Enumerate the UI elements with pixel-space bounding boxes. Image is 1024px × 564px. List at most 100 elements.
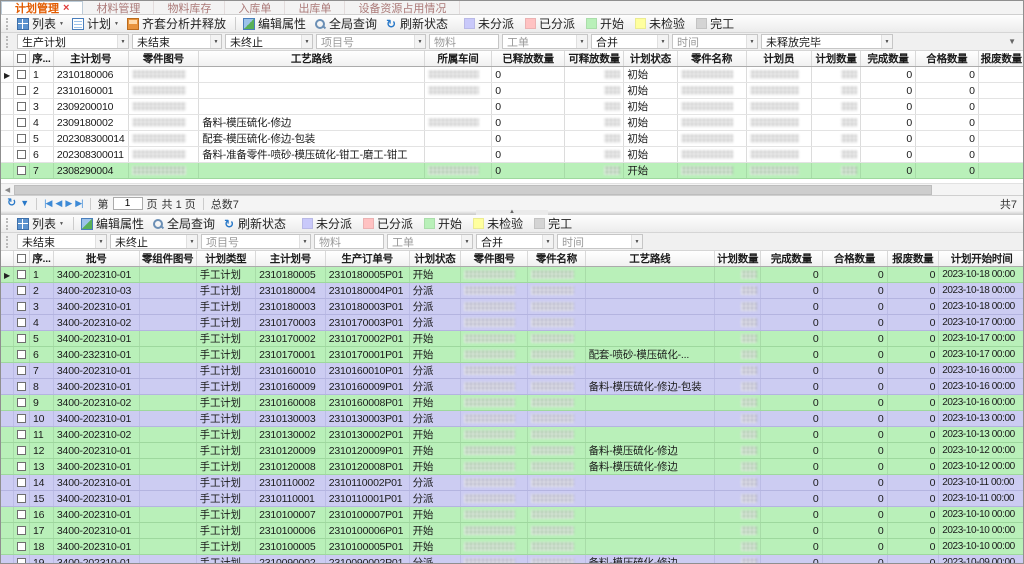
row-checkbox[interactable] bbox=[17, 542, 26, 551]
table-row[interactable]: 5202308300014配套-模压硫化-修边-包装0初始00 bbox=[1, 131, 1024, 147]
table-row[interactable]: 53400-202310-01手工计划23101700022310170002P… bbox=[1, 331, 1024, 347]
toolbar-button[interactable]: ↻刷新状态 bbox=[385, 15, 448, 32]
row-checkbox[interactable] bbox=[17, 430, 26, 439]
table-row[interactable]: 42309180002备料-模压硫化-修边0初始00 bbox=[1, 115, 1024, 131]
filter-combo[interactable]: 时间▼ bbox=[672, 34, 758, 49]
column-header[interactable]: 合格数量 bbox=[916, 51, 979, 67]
table-row[interactable]: 223101600010初始00 bbox=[1, 83, 1024, 99]
row-checkbox[interactable] bbox=[17, 118, 26, 127]
table-row[interactable]: 723082900040开始00 bbox=[1, 163, 1024, 179]
combo-caret-icon[interactable]: ▼ bbox=[576, 35, 587, 48]
row-checkbox[interactable] bbox=[17, 494, 26, 503]
column-header[interactable]: 计划数量 bbox=[715, 251, 761, 267]
table-row[interactable]: 63400-232310-01手工计划23101700012310170001P… bbox=[1, 347, 1024, 363]
filter-funnel-icon[interactable]: ▼ bbox=[1008, 37, 1016, 46]
toolbar-button[interactable]: 列表▼ bbox=[17, 15, 64, 32]
combo-caret-icon[interactable]: ▼ bbox=[414, 35, 425, 48]
row-checkbox[interactable] bbox=[17, 526, 26, 535]
row-checkbox[interactable] bbox=[17, 102, 26, 111]
combo-caret-icon[interactable]: ▼ bbox=[301, 35, 312, 48]
select-all-checkbox[interactable] bbox=[17, 54, 26, 63]
combo-caret-icon[interactable]: ▼ bbox=[542, 235, 553, 248]
tab[interactable]: 入库单 bbox=[225, 1, 285, 14]
table-row[interactable]: 163400-202310-01手工计划23101000072310100007… bbox=[1, 507, 1024, 523]
column-header[interactable]: 合格数量 bbox=[822, 251, 887, 267]
column-header[interactable]: 序... bbox=[29, 51, 53, 67]
tab-close-icon[interactable]: × bbox=[63, 2, 69, 14]
column-header[interactable]: 计划员 bbox=[746, 51, 811, 67]
toolbar-button[interactable]: 计划▼ bbox=[72, 15, 119, 32]
tab[interactable]: 物料库存 bbox=[154, 1, 225, 14]
column-header[interactable]: 生产订单号 bbox=[325, 251, 409, 267]
filter-combo[interactable]: 未释放完毕▼ bbox=[761, 34, 893, 49]
row-checkbox[interactable] bbox=[17, 382, 26, 391]
column-header[interactable]: 报废数量 bbox=[978, 51, 1024, 67]
toolbar-button[interactable]: 编辑属性 bbox=[81, 215, 144, 232]
filter-combo[interactable]: 未终止▼ bbox=[110, 234, 198, 249]
column-header[interactable]: 完成数量 bbox=[761, 251, 822, 267]
toolbar-button[interactable]: 编辑属性 bbox=[243, 15, 306, 32]
column-header[interactable]: 计划状态 bbox=[624, 51, 677, 67]
combo-caret-icon[interactable]: ▼ bbox=[631, 235, 642, 248]
row-checkbox[interactable] bbox=[17, 446, 26, 455]
table-row[interactable]: 153400-202310-01手工计划23101100012310110001… bbox=[1, 491, 1024, 507]
column-header[interactable]: 主计划号 bbox=[256, 251, 326, 267]
column-header[interactable]: 报废数量 bbox=[887, 251, 939, 267]
row-checkbox[interactable] bbox=[17, 150, 26, 159]
filter-combo[interactable]: 物料 bbox=[429, 34, 499, 49]
column-header[interactable]: 工艺路线 bbox=[199, 51, 425, 67]
column-header[interactable]: 工艺路线 bbox=[585, 251, 714, 267]
filter-combo[interactable]: 未结束▼ bbox=[132, 34, 222, 49]
first-page-button[interactable]: |◀ bbox=[44, 198, 51, 209]
filter-icon[interactable]: ▼ bbox=[20, 199, 29, 208]
table-row[interactable]: 103400-202310-01手工计划23101300032310130003… bbox=[1, 411, 1024, 427]
column-header[interactable]: 可释放数量 bbox=[565, 51, 624, 67]
column-header[interactable]: 零组件图号 bbox=[139, 251, 196, 267]
filter-combo[interactable]: 生产计划▼ bbox=[17, 34, 129, 49]
table-row[interactable]: 93400-202310-02手工计划23101600082310160008P… bbox=[1, 395, 1024, 411]
combo-caret-icon[interactable]: ▼ bbox=[210, 35, 221, 48]
row-checkbox[interactable] bbox=[17, 398, 26, 407]
last-page-button[interactable]: ▶| bbox=[75, 198, 82, 209]
filter-combo[interactable]: 项目号▼ bbox=[316, 34, 426, 49]
row-checkbox[interactable] bbox=[17, 478, 26, 487]
table-row[interactable]: 73400-202310-01手工计划23101600102310160010P… bbox=[1, 363, 1024, 379]
panel-splitter[interactable]: ▲ bbox=[1, 211, 1023, 215]
scroll-left-icon[interactable]: ◀ bbox=[1, 184, 14, 196]
column-header[interactable]: 计划数量 bbox=[812, 51, 861, 67]
table-row[interactable]: 83400-202310-01手工计划23101600092310160009P… bbox=[1, 379, 1024, 395]
column-header[interactable]: 零件图号 bbox=[128, 51, 199, 67]
row-checkbox[interactable] bbox=[17, 510, 26, 519]
row-checkbox[interactable] bbox=[17, 286, 26, 295]
filter-combo[interactable]: 工单▼ bbox=[387, 234, 473, 249]
combo-caret-icon[interactable]: ▼ bbox=[117, 35, 128, 48]
table-row[interactable]: 173400-202310-01手工计划23101000062310100006… bbox=[1, 523, 1024, 539]
row-checkbox[interactable] bbox=[17, 350, 26, 359]
refresh-icon[interactable]: ↻ bbox=[7, 198, 16, 209]
scrollbar-thumb[interactable] bbox=[14, 185, 932, 195]
filter-combo[interactable]: 合并▼ bbox=[591, 34, 669, 49]
column-header[interactable]: 零件名称 bbox=[528, 251, 585, 267]
table-row[interactable]: 323092000100初始00 bbox=[1, 99, 1024, 115]
filter-combo[interactable]: 工单▼ bbox=[502, 34, 588, 49]
combo-caret-icon[interactable]: ▼ bbox=[881, 35, 892, 48]
column-header[interactable]: 计划类型 bbox=[196, 251, 255, 267]
toolbar-button[interactable]: ↻刷新状态 bbox=[223, 215, 286, 232]
row-checkbox[interactable] bbox=[17, 414, 26, 423]
row-checkbox[interactable] bbox=[17, 270, 26, 279]
table-row[interactable]: ▶123101800060初始00 bbox=[1, 67, 1024, 83]
table-row[interactable]: 123400-202310-01手工计划23101200092310120009… bbox=[1, 443, 1024, 459]
row-checkbox[interactable] bbox=[17, 334, 26, 343]
row-checkbox[interactable] bbox=[17, 462, 26, 471]
table-row[interactable]: 193400-202310-01手工计划23100900022310090002… bbox=[1, 555, 1024, 564]
row-checkbox[interactable] bbox=[17, 86, 26, 95]
splitter-collapse-icon[interactable]: ▲ bbox=[476, 210, 548, 215]
combo-caret-icon[interactable]: ▼ bbox=[299, 235, 310, 248]
column-header[interactable]: 计划开始时间 bbox=[939, 251, 1024, 267]
column-header[interactable]: 所属车间 bbox=[424, 51, 492, 67]
combo-caret-icon[interactable]: ▼ bbox=[95, 235, 106, 248]
column-header[interactable]: 零件图号 bbox=[461, 251, 528, 267]
row-checkbox[interactable] bbox=[17, 166, 26, 175]
toolbar-button[interactable]: 齐套分析并释放 bbox=[127, 15, 226, 32]
table-row[interactable]: ▶13400-202310-01手工计划23101800052310180005… bbox=[1, 267, 1024, 283]
